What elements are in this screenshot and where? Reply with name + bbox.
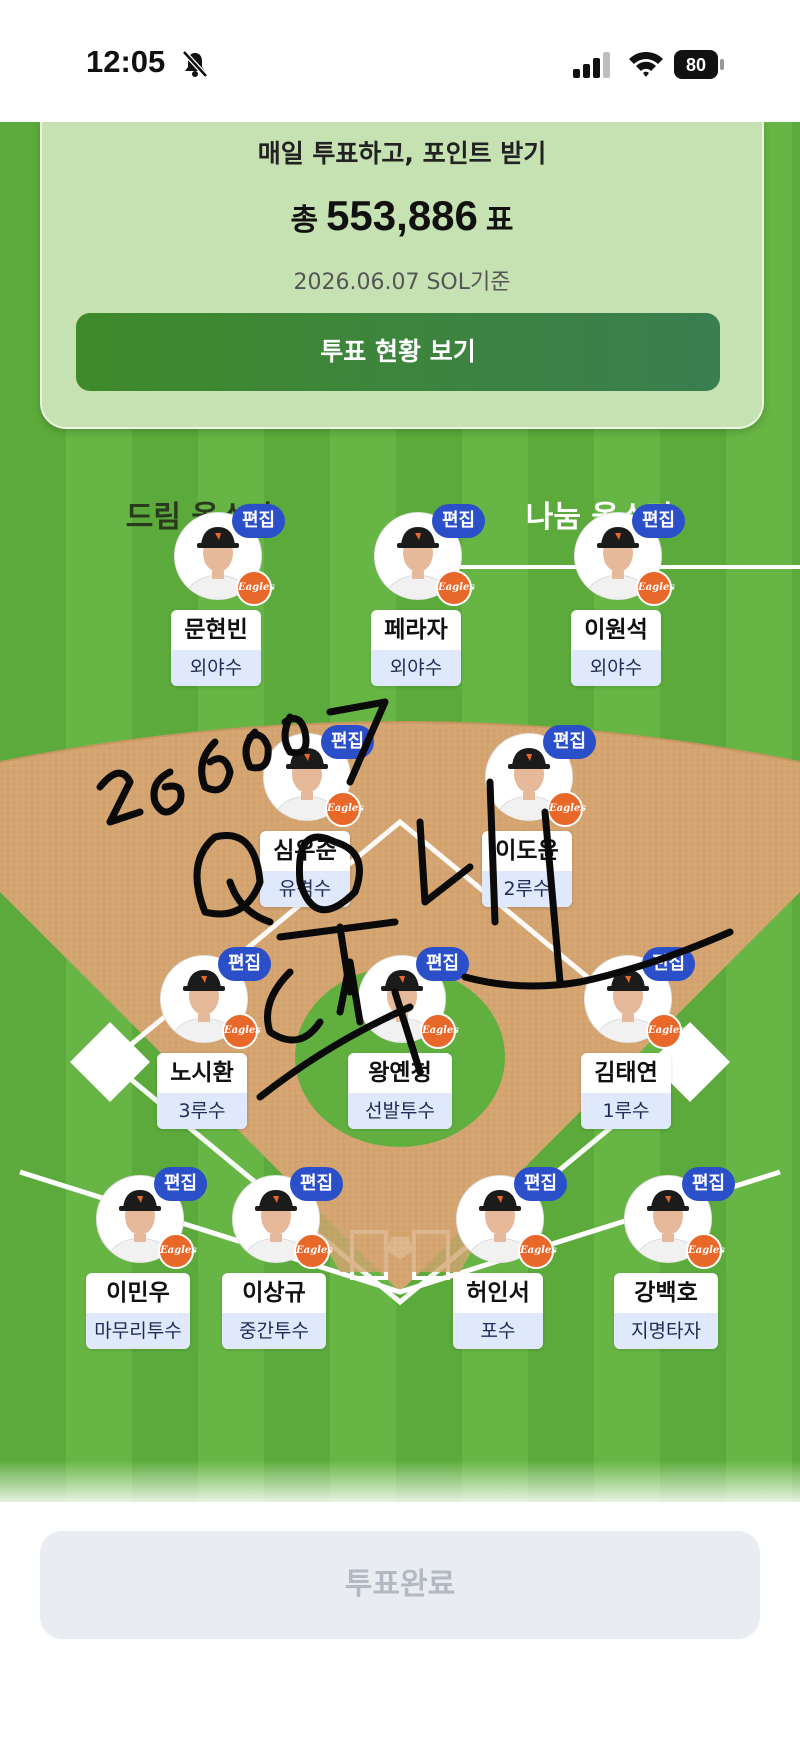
edit-button[interactable]: 편집 — [321, 725, 375, 759]
status-bar: 12:05 80 — [0, 0, 800, 122]
player-name: 강백호 — [634, 1280, 698, 1306]
player-label: 심우준유격수 — [260, 831, 350, 907]
player-position: 외야수 — [171, 650, 261, 686]
edit-button[interactable]: 편집 — [290, 1167, 344, 1201]
edit-button[interactable]: 편집 — [514, 1167, 568, 1201]
cellular-signal-icon — [573, 52, 610, 78]
player-card[interactable]: Eagles 편집이원석외야수 — [536, 504, 696, 692]
player-label: 허인서포수 — [453, 1273, 543, 1349]
vote-total-count: 553,886 — [326, 192, 478, 239]
player-card[interactable]: Eagles 편집왕옌청선발투수 — [320, 947, 480, 1135]
player-label: 김태연 1루수 — [581, 1053, 671, 1129]
status-time: 12:05 — [86, 44, 166, 79]
battery-icon: 80 — [674, 50, 724, 79]
player-name: 김태연 — [594, 1060, 658, 1086]
team-logo-icon: Eagles — [436, 570, 475, 606]
edit-button[interactable]: 편집 — [632, 504, 686, 538]
vote-total-suffix: 표 — [485, 203, 514, 238]
player-name: 페라자 — [384, 617, 448, 643]
player-name: 이상규 — [242, 1280, 306, 1306]
player-position: 선발투수 — [348, 1093, 452, 1129]
team-logo-icon: Eagles — [294, 1233, 333, 1269]
vote-total: 총 553,886 표 — [42, 192, 762, 240]
player-card[interactable]: Eagles 편집노시환 3루수 — [122, 947, 282, 1135]
player-position: 3루수 — [157, 1093, 247, 1129]
player-card[interactable]: Eagles 편집김태연 1루수 — [546, 947, 706, 1135]
player-position: 마무리투수 — [86, 1313, 190, 1349]
team-logo-icon: Eagles — [646, 1013, 685, 1049]
wifi-icon — [629, 51, 663, 77]
team-logo-icon: Eagles — [222, 1013, 261, 1049]
team-logo-icon: Eagles — [547, 791, 586, 827]
field-bottom-fade — [0, 1460, 800, 1510]
player-position: 외야수 — [371, 650, 461, 686]
vote-done-button[interactable]: 투표완료 — [40, 1531, 760, 1639]
vote-summary-card: 매일 투표하고, 포인트 받기 총 553,886 표 2026.06.07 SOL… — [40, 122, 764, 429]
vote-status-button[interactable]: 투표 현황 보기 — [76, 313, 720, 391]
player-card[interactable]: Eagles 편집심우준유격수 — [225, 725, 385, 913]
player-name: 허인서 — [466, 1280, 530, 1306]
bell-muted-icon — [182, 50, 208, 78]
player-card[interactable]: Eagles 편집페라자외야수 — [336, 504, 496, 692]
player-card[interactable]: Eagles 편집이도윤 2루수 — [447, 725, 607, 913]
edit-button[interactable]: 편집 — [642, 947, 696, 981]
vote-card-subtitle: 매일 투표하고, 포인트 받기 — [257, 139, 547, 168]
player-label: 왕옌청선발투수 — [348, 1053, 452, 1129]
player-label: 노시환 3루수 — [157, 1053, 247, 1129]
player-name: 이민우 — [106, 1280, 170, 1306]
player-name: 왕옌청 — [368, 1060, 432, 1086]
edit-button[interactable]: 편집 — [232, 504, 286, 538]
team-logo-icon: Eagles — [236, 570, 275, 606]
edit-button[interactable]: 편집 — [432, 504, 486, 538]
team-logo-icon: Eagles — [158, 1233, 197, 1269]
edit-button[interactable]: 편집 — [218, 947, 272, 981]
player-card[interactable]: Eagles 편집허인서포수 — [418, 1167, 578, 1355]
player-label: 이도윤 2루수 — [482, 831, 572, 907]
vote-total-prefix: 총 — [290, 203, 319, 238]
player-name: 문현빈 — [184, 617, 248, 643]
player-position: 지명타자 — [614, 1313, 718, 1349]
team-logo-icon: Eagles — [636, 570, 675, 606]
player-position: 2루수 — [482, 871, 572, 907]
baseball-field: 매일 투표하고, 포인트 받기 총 553,886 표 2026.06.07 SOL… — [0, 122, 800, 1502]
player-card[interactable]: Eagles 편집문현빈외야수 — [136, 504, 296, 692]
vote-card-date: 2026.06.07 SOL기준 — [293, 270, 511, 295]
team-logo-icon: Eagles — [420, 1013, 459, 1049]
player-label: 이원석외야수 — [571, 610, 661, 686]
player-card[interactable]: Eagles 편집강백호지명타자 — [586, 1167, 746, 1355]
battery-level: 80 — [686, 55, 706, 75]
team-logo-icon: Eagles — [518, 1233, 557, 1269]
edit-button[interactable]: 편집 — [416, 947, 470, 981]
player-card[interactable]: Eagles 편집이상규중간투수 — [194, 1167, 354, 1355]
player-name: 이도윤 — [495, 838, 559, 864]
player-name: 노시환 — [170, 1060, 234, 1086]
edit-button[interactable]: 편집 — [682, 1167, 736, 1201]
player-position: 포수 — [453, 1313, 543, 1349]
edit-button[interactable]: 편집 — [543, 725, 597, 759]
player-position: 외야수 — [571, 650, 661, 686]
player-position: 1루수 — [581, 1093, 671, 1129]
player-position: 유격수 — [260, 871, 350, 907]
player-label: 문현빈외야수 — [171, 610, 261, 686]
player-label: 이상규중간투수 — [222, 1273, 326, 1349]
player-label: 페라자외야수 — [371, 610, 461, 686]
player-name: 심우준 — [273, 838, 337, 864]
team-logo-icon: Eagles — [325, 791, 364, 827]
player-label: 이민우마무리투수 — [86, 1273, 190, 1349]
player-label: 강백호지명타자 — [614, 1273, 718, 1349]
player-position: 중간투수 — [222, 1313, 326, 1349]
player-name: 이원석 — [584, 617, 648, 643]
team-logo-icon: Eagles — [686, 1233, 725, 1269]
